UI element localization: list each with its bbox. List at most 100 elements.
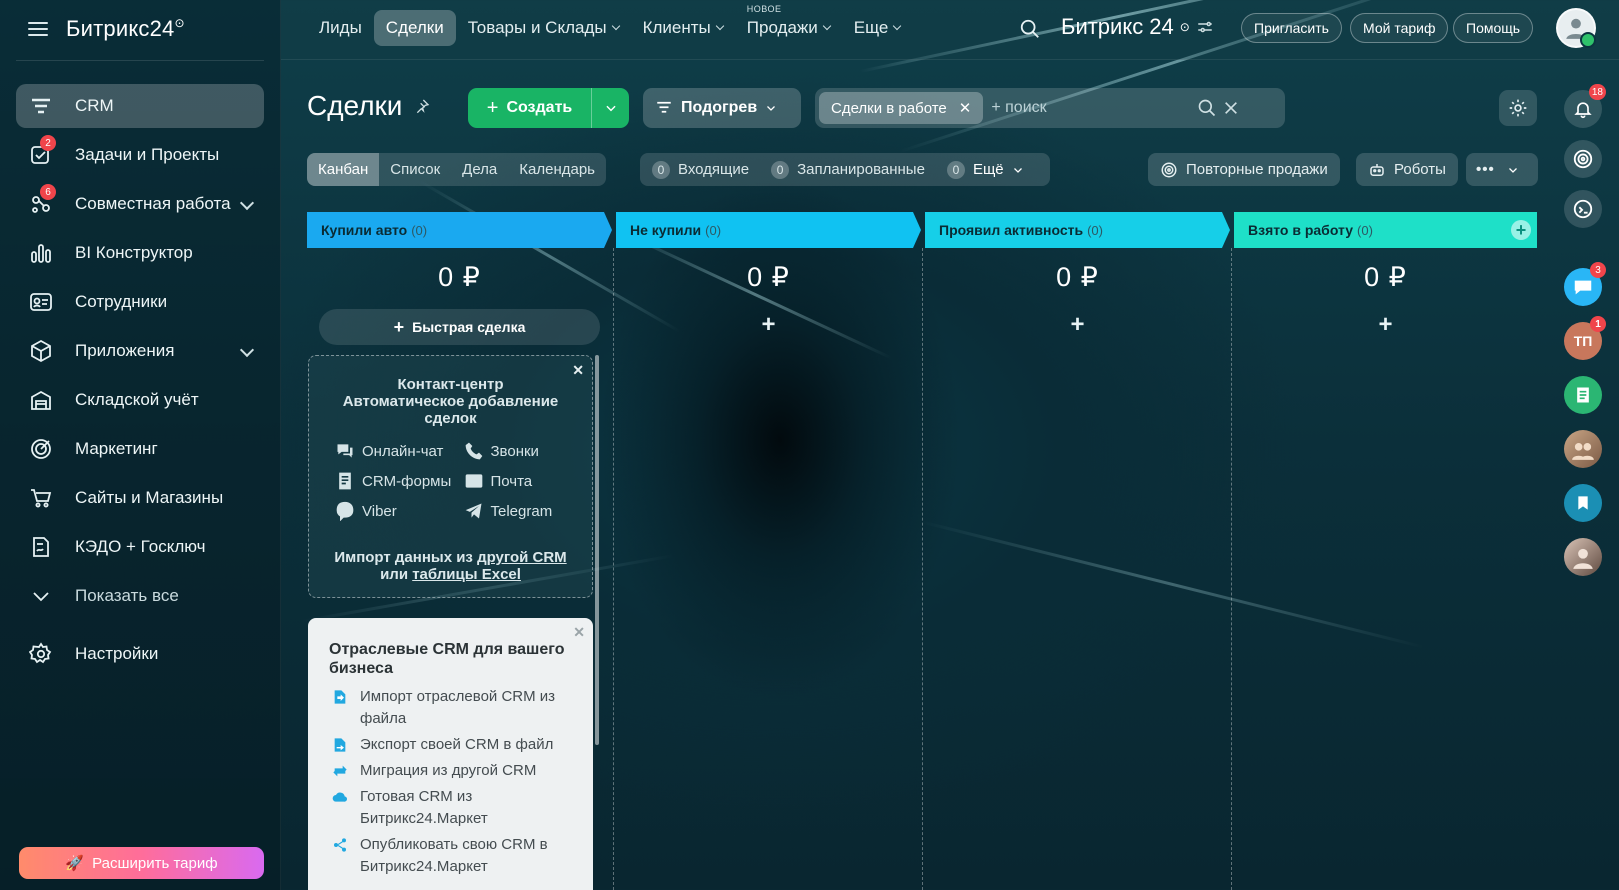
filter-chip[interactable]: Сделки в работе ✕	[819, 92, 984, 124]
close-icon[interactable]: ✕	[959, 99, 972, 117]
nav-more[interactable]: Еще	[842, 10, 913, 46]
kanban-column-activity: Проявил активность (0) 0 ₽ +	[925, 212, 1232, 890]
pin-icon[interactable]	[414, 98, 430, 114]
nav-products[interactable]: Товары и Склады	[456, 10, 631, 46]
counter-more[interactable]: 0 Ещё	[946, 160, 1024, 179]
tab-list[interactable]: Список	[379, 153, 451, 186]
tab-activities[interactable]: Дела	[451, 153, 508, 186]
share-icon	[332, 834, 348, 878]
search-icon[interactable]	[1019, 18, 1041, 40]
nav-clients[interactable]: Клиенты	[631, 10, 735, 46]
close-icon[interactable]: ✕	[573, 624, 585, 641]
filter-search-box[interactable]: Сделки в работе ✕	[815, 88, 1285, 128]
top-nav-items: Лиды Сделки Товары и Склады Клиенты НОВО…	[307, 4, 913, 46]
feed-button[interactable]	[1564, 376, 1602, 414]
chevron-down-icon[interactable]	[239, 195, 255, 211]
sidebar-item-crm[interactable]: CRM	[16, 84, 264, 128]
chevron-down-icon[interactable]	[1507, 164, 1519, 176]
invite-button[interactable]: Пригласить	[1241, 13, 1342, 43]
column-scrollbar[interactable]	[595, 355, 599, 745]
channel-mail[interactable]: Почта	[464, 471, 593, 491]
hamburger-menu-icon[interactable]	[28, 22, 48, 36]
sidebar-item-marketing[interactable]: Маркетинг	[16, 427, 264, 471]
chevron-down-icon[interactable]	[239, 342, 255, 358]
gear-icon	[1509, 99, 1527, 117]
chevron-down-icon	[1013, 167, 1022, 173]
nav-deals[interactable]: Сделки	[373, 10, 456, 46]
user-chat-avatar[interactable]	[1564, 538, 1602, 576]
funnel-selector[interactable]: Подогрев	[643, 88, 801, 128]
telegram-icon	[465, 503, 481, 519]
upgrade-tariff-button[interactable]: 🚀 Расширить тариф	[19, 847, 264, 879]
industry-export-item[interactable]: Экспорт своей CRM в файл	[332, 734, 593, 756]
kanban-column-in-work: Взято в работу (0) + 0 ₽ +	[1234, 212, 1537, 890]
sidebar-item-apps[interactable]: Приложения	[16, 329, 264, 373]
clear-icon[interactable]	[1223, 100, 1239, 116]
sidebar-item-collaboration[interactable]: 6 Совместная работа	[16, 182, 264, 226]
robot-icon	[1370, 163, 1384, 176]
industry-migration-item[interactable]: Миграция из другой CRM	[332, 760, 593, 782]
my-tariff-button[interactable]: Мой тариф	[1350, 13, 1449, 43]
add-deal-plus-icon[interactable]: +	[616, 311, 921, 339]
search-input[interactable]	[991, 99, 1192, 117]
add-deal-plus-icon[interactable]: +	[925, 311, 1230, 339]
sidebar-item-label: Сотрудники	[75, 292, 168, 311]
sidebar-item-sites[interactable]: Сайты и Магазины	[16, 476, 264, 520]
sliders-icon[interactable]	[1196, 18, 1214, 36]
nav-leads[interactable]: Лиды	[307, 10, 374, 46]
sidebar-item-employees[interactable]: Сотрудники	[16, 280, 264, 324]
tab-calendar[interactable]: Календарь	[508, 153, 606, 186]
tab-kanban[interactable]: Канбан	[307, 153, 380, 186]
target-button[interactable]	[1564, 140, 1602, 178]
support-avatar[interactable]: ТП 1	[1564, 316, 1606, 360]
column-sum: 0 ₽	[438, 262, 481, 292]
sidebar-item-settings[interactable]: Настройки	[16, 632, 264, 676]
quick-deal-button[interactable]: + Быстрая сделка	[319, 309, 600, 345]
robots-button[interactable]: Роботы	[1356, 153, 1458, 186]
messenger-button[interactable]: 3	[1564, 262, 1606, 306]
create-deal-button[interactable]: + Создать	[468, 88, 629, 128]
channel-online-chat[interactable]: Онлайн-чат	[335, 441, 464, 461]
notifications-button[interactable]: 18	[1564, 84, 1606, 128]
search-icon[interactable]	[1197, 98, 1217, 118]
chevron-down-icon	[822, 21, 832, 31]
brand-header[interactable]: Битрикс 24 ⊙	[1061, 14, 1214, 40]
close-icon[interactable]: ✕	[572, 362, 584, 379]
channel-crm-forms[interactable]: CRM-формы	[335, 471, 464, 491]
counter-incoming[interactable]: 0 Входящие	[652, 160, 749, 179]
help-button[interactable]: Помощь	[1453, 13, 1534, 43]
group-chat-avatar[interactable]	[1564, 430, 1602, 468]
counter-planned[interactable]: 0 Запланированные	[771, 160, 925, 179]
sidebar: Битрикс24⊙ CRM 2 Задачи и Проекты 6 Совм…	[0, 0, 281, 890]
logo[interactable]: Битрикс24⊙	[66, 16, 185, 42]
industry-import-item[interactable]: Импорт отраслевой CRM из файла	[332, 686, 593, 730]
support-badge: 1	[1590, 316, 1606, 332]
add-stage-icon[interactable]: +	[1511, 220, 1531, 240]
channel-calls[interactable]: Звонки	[464, 441, 593, 461]
repeat-sales-button[interactable]: Повторные продажи	[1148, 153, 1340, 186]
channel-telegram[interactable]: Telegram	[464, 501, 593, 521]
nav-sales[interactable]: НОВОЕ Продажи	[735, 4, 842, 46]
sidebar-item-kedo[interactable]: КЭДО + Госключ	[16, 525, 264, 569]
sidebar-item-tasks[interactable]: 2 Задачи и Проекты	[16, 133, 264, 177]
copilot-chat-button[interactable]	[1564, 190, 1602, 228]
column-header[interactable]: Купили авто (0)	[307, 212, 612, 248]
industry-publish-item[interactable]: Опубликовать свою CRM в Битрикс24.Маркет	[332, 834, 593, 878]
kanban-settings-button[interactable]	[1499, 90, 1537, 126]
bookmark-button[interactable]	[1564, 484, 1602, 522]
create-dropdown-toggle[interactable]	[591, 88, 629, 128]
sidebar-item-bi[interactable]: BI Конструктор	[16, 231, 264, 275]
column-header[interactable]: Проявил активность (0)	[925, 212, 1230, 248]
import-data-text: Импорт данных из другой CRM или таблицы …	[334, 549, 567, 583]
sidebar-show-all[interactable]: Показать все	[16, 574, 264, 618]
more-actions-button[interactable]: •••	[1466, 153, 1538, 186]
industry-market-item[interactable]: Готовая CRM из Битрикс24.Маркет	[332, 786, 593, 830]
column-header[interactable]: Взято в работу (0) +	[1234, 212, 1537, 248]
sidebar-item-warehouse[interactable]: Складской учёт	[16, 378, 264, 422]
channel-viber[interactable]: Viber	[335, 501, 464, 521]
column-header[interactable]: Не купили (0)	[616, 212, 921, 248]
import-excel-link[interactable]: таблицы Excel	[412, 566, 521, 583]
import-crm-link[interactable]: другой CRM	[477, 549, 567, 566]
add-deal-plus-icon[interactable]: +	[1234, 311, 1537, 339]
right-rail: 18 3 ТП 1	[1562, 0, 1619, 890]
